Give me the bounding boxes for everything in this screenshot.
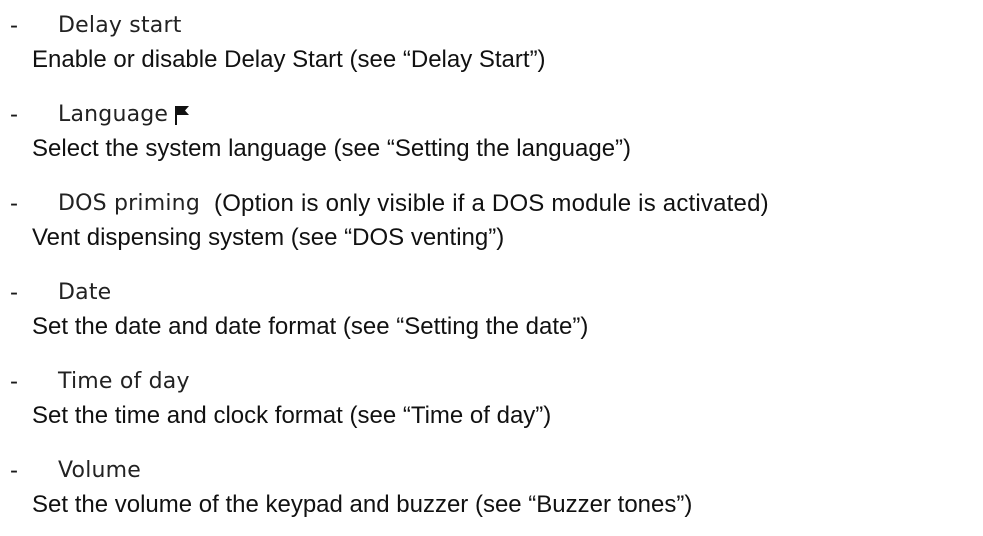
option-label-text: Language	[58, 102, 169, 127]
option-label-text: Delay start	[58, 13, 182, 38]
option-description: Enable or disable Delay Start (see “Dela…	[32, 46, 546, 73]
option-label: Delay start	[58, 12, 182, 40]
option-description: Vent dispensing system (see “DOS venting…	[32, 224, 505, 251]
list-item-delay-start: - Delay start Enable or disable Delay St…	[10, 8, 980, 97]
list-item-time-of-day: - Time of day Set the time and clock for…	[10, 364, 980, 453]
option-description: Select the system language (see “Setting…	[32, 135, 632, 162]
settings-option-list: - Delay start Enable or disable Delay St…	[10, 8, 980, 533]
option-label: Language	[58, 101, 190, 129]
option-label-text: Date	[58, 280, 112, 305]
list-bullet: -	[10, 101, 18, 128]
list-bullet: -	[10, 12, 18, 39]
option-label: Time of day	[58, 368, 190, 396]
list-bullet: -	[10, 457, 18, 484]
option-label: Volume	[58, 457, 141, 485]
list-bullet: -	[10, 368, 18, 395]
flag-icon	[175, 106, 190, 125]
list-item-volume: - Volume Set the volume of the keypad an…	[10, 453, 980, 533]
option-label-text: DOS priming	[58, 191, 200, 216]
option-label: DOS priming (Option is only visible if a…	[58, 190, 769, 218]
option-note: (Option is only visible if a DOS module …	[214, 190, 769, 217]
list-item-date: - Date Set the date and date format (see…	[10, 275, 980, 364]
option-description: Set the volume of the keypad and buzzer …	[32, 491, 693, 518]
list-bullet: -	[10, 279, 18, 306]
option-label-text: Time of day	[58, 369, 190, 394]
option-description: Set the date and date format (see “Setti…	[32, 313, 589, 340]
option-label-text: Volume	[58, 458, 142, 483]
option-description: Set the time and clock format (see “Time…	[32, 402, 552, 429]
list-item-language: - Language Select the system language (s…	[10, 97, 980, 186]
list-bullet: -	[10, 190, 18, 217]
option-label: Date	[58, 279, 111, 307]
list-item-dos-priming: - DOS priming (Option is only visible if…	[10, 186, 980, 275]
